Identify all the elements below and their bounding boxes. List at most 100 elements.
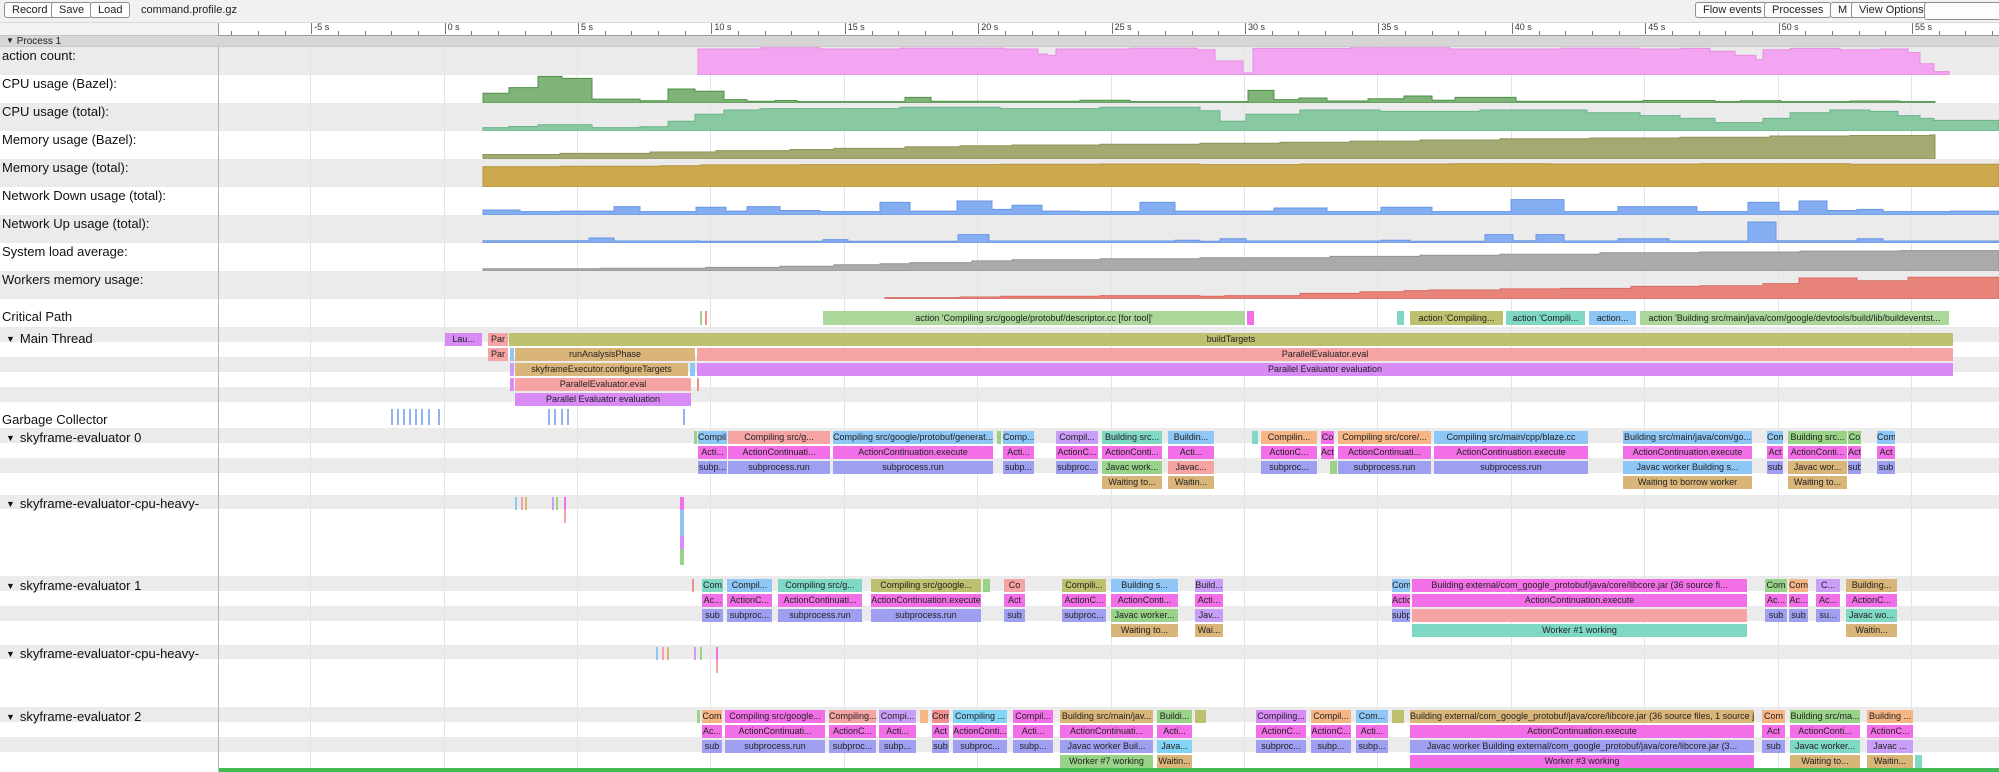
trace-event-bar[interactable]: Com — [702, 710, 722, 723]
trace-event-sliver[interactable] — [510, 378, 514, 391]
trace-event-bar[interactable]: Waiting to... — [1102, 476, 1162, 489]
trace-event-bar[interactable]: subp... — [698, 461, 727, 474]
trace-event-sliver[interactable] — [1330, 461, 1337, 474]
trace-event-bar[interactable]: sub — [1789, 609, 1808, 622]
trace-event-bar[interactable]: Lau... — [445, 333, 482, 346]
trace-event-sliver[interactable] — [680, 523, 684, 536]
trace-event-bar[interactable]: Acti... — [1013, 725, 1053, 738]
counter-chart[interactable] — [0, 271, 1999, 299]
trace-event-bar[interactable]: Wai... — [1195, 624, 1223, 637]
trace-event-bar[interactable]: ActionConti... — [1102, 446, 1162, 459]
trace-event-bar[interactable]: sub — [1762, 740, 1785, 753]
trace-event-sliver[interactable] — [521, 497, 523, 510]
trace-event-sliver[interactable] — [510, 348, 514, 361]
track-label-row[interactable]: ▼skyframe-evaluator 0 — [6, 430, 141, 445]
trace-event-bar[interactable]: Javac worker... — [1111, 609, 1178, 622]
view-options-button[interactable]: View Options — [1851, 2, 1932, 18]
trace-event-bar[interactable]: sub — [1767, 461, 1783, 474]
trace-event-bar[interactable]: Act — [1762, 725, 1785, 738]
trace-event-sliver[interactable] — [1392, 710, 1404, 723]
trace-event-bar[interactable]: subprocess.run — [725, 740, 825, 753]
trace-event-bar[interactable]: Waitin... — [1157, 755, 1192, 768]
trace-event-bar[interactable]: Compil... — [1392, 579, 1410, 592]
trace-event-bar[interactable]: Compiling src/google... — [725, 710, 825, 723]
trace-event-sliver[interactable] — [700, 647, 702, 660]
trace-event-bar[interactable]: Worker #3 working — [1410, 755, 1754, 768]
trace-event-bar[interactable]: Buildin... — [1168, 431, 1214, 444]
trace-event-bar[interactable]: ActionContinuation.execute — [1434, 446, 1588, 459]
trace-event-bar[interactable]: ActionC... — [727, 594, 772, 607]
trace-event-bar[interactable]: Co — [1004, 579, 1025, 592]
trace-event-sliver[interactable] — [1412, 609, 1747, 622]
trace-event-bar[interactable]: Compil... — [1013, 710, 1053, 723]
trace-event-bar[interactable]: Building s... — [1111, 579, 1178, 592]
trace-event-bar[interactable]: subprocess.run — [1338, 461, 1431, 474]
trace-event-bar[interactable]: ActionConti... — [953, 725, 1007, 738]
trace-event-bar[interactable]: Worker #1 working — [1412, 624, 1747, 637]
trace-event-bar[interactable]: sub — [702, 740, 722, 753]
trace-event-sliver[interactable] — [680, 497, 684, 510]
trace-event-bar[interactable]: Javac work... — [1102, 461, 1162, 474]
trace-event-sliver[interactable] — [1247, 311, 1254, 325]
trace-event-bar[interactable]: subp... — [1013, 740, 1053, 753]
trace-event-bar[interactable]: Compiling src/google... — [871, 579, 981, 592]
trace-event-bar[interactable]: Com — [1767, 431, 1783, 444]
trace-event-bar[interactable]: Compilin... — [1261, 431, 1317, 444]
trace-event-bar[interactable]: subprocess.run — [833, 461, 993, 474]
collapse-arrow-icon[interactable]: ▼ — [6, 36, 14, 45]
trace-event-bar[interactable]: su... — [1816, 609, 1840, 622]
toolbar-spare-button[interactable] — [1924, 2, 1999, 20]
trace-event-sliver[interactable] — [1195, 710, 1206, 723]
trace-event-bar[interactable]: ActionContinuation.execute — [833, 446, 993, 459]
trace-event-sliver[interactable] — [700, 311, 702, 325]
trace-event-bar[interactable]: ActionConti... — [1111, 594, 1178, 607]
trace-event-bar[interactable]: Compiling src/core/... — [1338, 431, 1431, 444]
trace-event-bar[interactable]: Parallel Evaluator evaluation — [697, 363, 1953, 376]
counter-chart[interactable] — [0, 187, 1999, 215]
trace-event-bar[interactable]: Co — [1848, 431, 1861, 444]
trace-event-bar[interactable]: action 'Building src/main/java/com/googl… — [1640, 311, 1949, 325]
trace-event-sliver[interactable] — [667, 647, 669, 660]
trace-event-bar[interactable]: Com — [702, 579, 723, 592]
trace-event-bar[interactable]: ActionContinuati... — [725, 725, 825, 738]
trace-event-bar[interactable]: Parallel Evaluator evaluation — [515, 393, 691, 406]
trace-event-sliver[interactable] — [548, 409, 550, 425]
trace-event-sliver[interactable] — [680, 549, 684, 565]
trace-event-bar[interactable]: Waitin... — [1846, 624, 1897, 637]
trace-event-bar[interactable]: subp... — [879, 740, 916, 753]
trace-event-bar[interactable]: ActionC... — [829, 725, 876, 738]
trace-event-bar[interactable]: subprocess.run — [1434, 461, 1588, 474]
trace-event-sliver[interactable] — [705, 311, 707, 325]
trace-event-sliver[interactable] — [415, 409, 417, 425]
trace-event-bar[interactable]: ActionConti... — [1790, 725, 1860, 738]
trace-event-bar[interactable]: Building external/com_google_protobuf/ja… — [1410, 710, 1754, 723]
trace-event-bar[interactable]: ActionC... — [1846, 594, 1897, 607]
trace-event-bar[interactable]: Compiling... — [1256, 710, 1306, 723]
trace-event-bar[interactable]: ActionContinuation.execute — [871, 594, 981, 607]
trace-event-bar[interactable]: Javac worker... — [1790, 740, 1860, 753]
trace-event-bar[interactable]: Compi... — [879, 710, 916, 723]
trace-event-sliver[interactable] — [692, 579, 694, 592]
trace-event-bar[interactable]: Waitin... — [1168, 476, 1214, 489]
trace-event-bar[interactable]: Waiting to borrow worker — [1623, 476, 1752, 489]
trace-event-bar[interactable]: Com — [1765, 579, 1787, 592]
trace-event-sliver[interactable] — [515, 497, 517, 510]
trace-event-bar[interactable]: sub — [702, 609, 723, 622]
trace-event-sliver[interactable] — [556, 497, 558, 510]
trace-event-sliver[interactable] — [716, 660, 718, 673]
trace-event-bar[interactable]: runAnalysisPhase — [515, 348, 695, 361]
trace-event-sliver[interactable] — [552, 497, 554, 510]
trace-event-bar[interactable]: skyframeExecutor.configureTargets — [515, 363, 688, 376]
counter-chart[interactable] — [0, 243, 1999, 271]
timeline-ruler[interactable]: -5 s0 s5 s10 s15 s20 s25 s30 s35 s40 s45… — [218, 22, 1999, 36]
trace-event-sliver[interactable] — [409, 409, 411, 425]
track-label-row[interactable]: ▼Main Thread — [6, 331, 93, 346]
trace-event-bar[interactable]: Javac... — [1168, 461, 1214, 474]
trace-event-bar[interactable]: ActionContinuati... — [778, 594, 862, 607]
trace-event-bar[interactable]: Acti... — [1168, 446, 1214, 459]
trace-event-sliver[interactable] — [428, 409, 430, 425]
trace-event-bar[interactable]: Acti... — [698, 446, 727, 459]
trace-event-sliver[interactable] — [697, 378, 699, 391]
trace-event-bar[interactable]: Compili... — [1062, 579, 1106, 592]
trace-event-sliver[interactable] — [554, 409, 556, 425]
